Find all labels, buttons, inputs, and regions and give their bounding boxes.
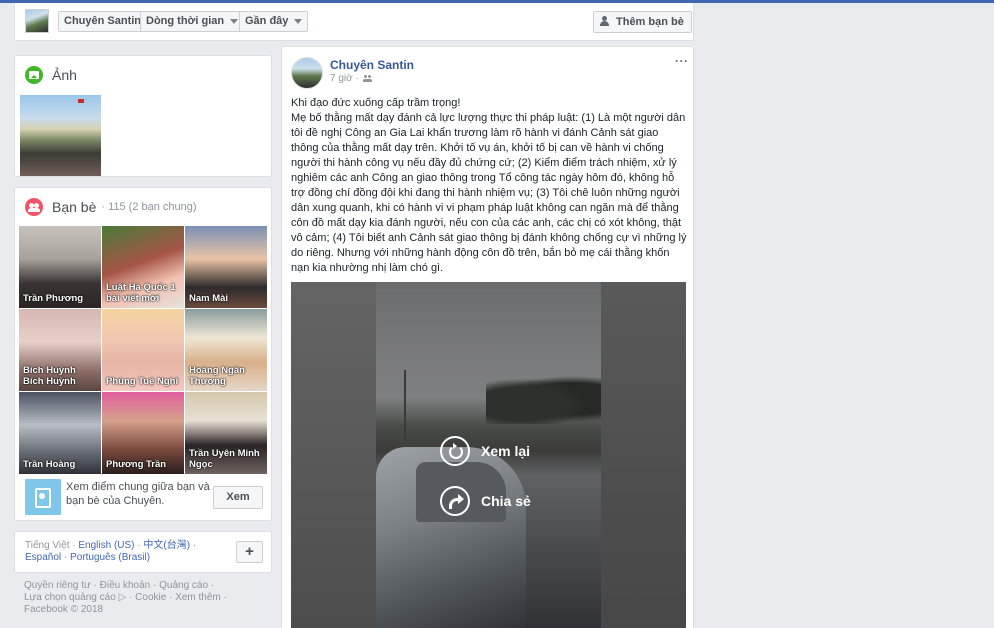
friend-tile[interactable]: Luật Hà Quốc 1 bài viết mới — [102, 226, 184, 308]
add-friend-icon — [600, 16, 611, 26]
photos-header[interactable]: Ảnh — [25, 65, 77, 85]
friend-tile[interactable]: Phùng Tuệ Nghi — [102, 309, 184, 391]
photo-thumbnail[interactable] — [20, 95, 101, 176]
chevron-down-icon — [294, 18, 303, 24]
trees-silhouette — [486, 374, 601, 424]
friend-tile[interactable]: Nam Mài — [185, 226, 267, 308]
languages-card: Tiếng Việt · English (US) · 中文(台灣) · Esp… — [14, 531, 272, 573]
replay-label: Xem lại — [481, 443, 531, 459]
nav-profile-name-button[interactable]: Chuyên Santin — [58, 11, 148, 32]
language-current: Tiếng Việt — [25, 540, 70, 551]
footer-cookies-link[interactable]: Cookie — [135, 592, 166, 603]
post-text-line: Khi đạo đức xuống cấp trầm trọng! — [291, 97, 461, 109]
friend-tile[interactable]: Phương Trần — [102, 392, 184, 474]
friends-count: · 115 (2 bạn chung) — [101, 201, 197, 213]
footer-copyright: Facebook © 2018 — [24, 604, 104, 615]
add-language-button[interactable]: + — [236, 541, 263, 563]
footer-adchoices-link[interactable]: Lựa chọn quảng cáo — [24, 592, 116, 603]
timeline-nav-bar: Chuyên Santin Dòng thời gian Gần đây Thê… — [14, 3, 694, 41]
add-friend-label: Thêm bạn bè — [616, 16, 684, 28]
footer-more-link[interactable]: Xem thêm — [175, 592, 221, 603]
chevron-down-icon — [230, 18, 239, 24]
language-link[interactable]: English (US) — [78, 540, 134, 551]
page-footer: Quyền riêng tư · Điều khoản · Quảng cáo … — [24, 580, 227, 615]
video-blur-left — [291, 282, 376, 628]
timeline-label: Dòng thời gian — [146, 15, 225, 27]
friend-tile[interactable]: Bích Huỳnh Bích Huỳnh — [19, 309, 101, 391]
post-video[interactable]: Xem lại Chia sẻ — [291, 282, 686, 628]
friend-name[interactable]: Nam Mài — [189, 293, 264, 304]
share-label: Chia sẻ — [481, 493, 531, 509]
friend-tile[interactable]: Trần Uyên Minh Ngọc — [185, 392, 267, 474]
language-link[interactable]: Español — [25, 552, 61, 563]
car-image — [376, 447, 526, 628]
nav-profile-name: Chuyên Santin — [64, 15, 142, 27]
language-link[interactable]: 中文(台灣) — [143, 540, 190, 551]
share-button[interactable]: Chia sẻ — [440, 486, 531, 516]
friend-name[interactable]: Trần Phương — [23, 293, 98, 304]
footer-terms-link[interactable]: Điều khoản — [100, 580, 151, 591]
friend-name[interactable]: Luật Hà Quốc 1 bài viết mới — [106, 282, 181, 304]
see-mutual-button[interactable]: Xem — [213, 486, 263, 509]
post-card: Chuyên Santin 7 giờ · ··· Khi đạo đức xu… — [281, 46, 694, 628]
photos-title: Ảnh — [52, 67, 77, 83]
utility-pole — [404, 370, 406, 440]
suggestion-text: Xem điểm chung giữa bạn và bạn bè của Ch… — [66, 481, 210, 507]
friends-header[interactable]: Bạn bè · 115 (2 bạn chung) — [25, 197, 197, 217]
photos-card: Ảnh — [14, 55, 272, 177]
post-text-body: Mẹ bố thằng mất dạy đánh cả lực lượng th… — [291, 112, 687, 274]
friends-title: Bạn bè — [52, 199, 97, 215]
post-author-avatar[interactable] — [291, 57, 323, 89]
photo-icon — [25, 66, 43, 84]
post-meta: 7 giờ · — [330, 73, 373, 84]
language-list: Tiếng Việt · English (US) · 中文(台灣) · Esp… — [25, 540, 197, 563]
friend-tile[interactable]: Trần Phương — [19, 226, 101, 308]
footer-ads-link[interactable]: Quảng cáo — [159, 580, 208, 591]
footer-privacy-link[interactable]: Quyền riêng tư — [24, 580, 91, 591]
post-options-button[interactable]: ··· — [675, 55, 689, 67]
timeline-dropdown[interactable]: Dòng thời gian — [140, 11, 245, 32]
friends-icon — [25, 198, 43, 216]
recent-label: Gần đây — [245, 15, 289, 27]
friend-name[interactable]: Phương Trần — [106, 459, 181, 470]
nav-profile-avatar[interactable] — [25, 9, 49, 33]
adchoices-icon: ▷ — [118, 592, 127, 603]
replay-icon — [440, 436, 470, 466]
language-link[interactable]: Português (Brasil) — [70, 552, 150, 563]
mutual-friends-icon — [25, 479, 61, 515]
friends-audience-icon[interactable] — [362, 74, 373, 83]
friend-tile[interactable]: Hoàng Ngân Thương — [185, 309, 267, 391]
friend-name[interactable]: Bích Huỳnh Bích Huỳnh — [23, 365, 98, 387]
friends-card: Bạn bè · 115 (2 bạn chung) Trần Phương L… — [14, 187, 272, 521]
add-friend-button[interactable]: Thêm bạn bè — [593, 11, 692, 33]
post-message: Khi đạo đức xuống cấp trầm trọng! Mẹ bố … — [291, 96, 687, 276]
friend-name[interactable]: Hoàng Ngân Thương — [189, 365, 264, 387]
video-blur-right — [601, 282, 686, 628]
friend-tile[interactable]: Trần Hoàng — [19, 392, 101, 474]
friend-name[interactable]: Trần Hoàng — [23, 459, 98, 470]
post-author-name[interactable]: Chuyên Santin — [330, 58, 414, 72]
mutual-friends-suggestion: Xem điểm chung giữa bạn và bạn bè của Ch… — [25, 477, 263, 515]
friend-name[interactable]: Phùng Tuệ Nghi — [106, 376, 181, 387]
friend-name[interactable]: Trần Uyên Minh Ngọc — [189, 448, 264, 470]
replay-button[interactable]: Xem lại — [440, 436, 530, 466]
share-icon — [440, 486, 470, 516]
recent-dropdown[interactable]: Gần đây — [239, 11, 309, 32]
post-timestamp[interactable]: 7 giờ · — [330, 73, 359, 84]
